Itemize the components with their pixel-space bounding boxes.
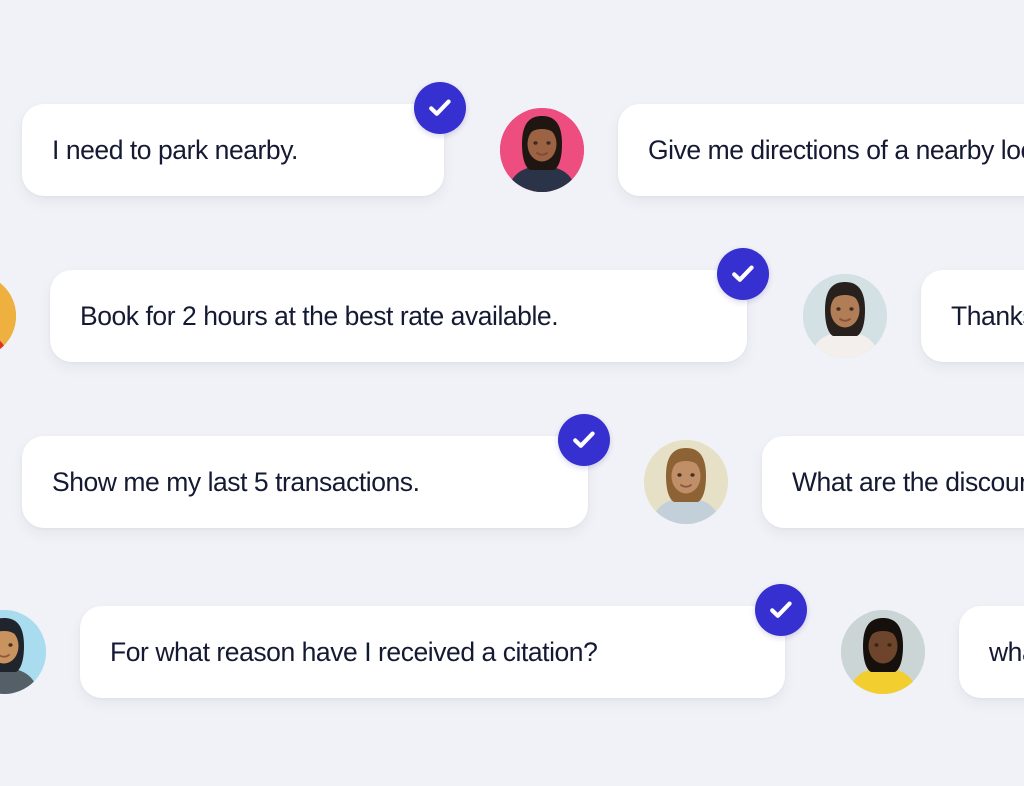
chat-bubble[interactable]: Thanks for your help today. [921, 270, 1024, 362]
chat-bubble-text: Book for 2 hours at the best rate availa… [80, 300, 559, 331]
check-icon [573, 431, 595, 448]
chat-row: For what reason have I received a citati… [0, 584, 1024, 698]
chat-bubble[interactable]: For what reason have I received a citati… [80, 584, 807, 698]
avatar[interactable] [803, 274, 887, 358]
chat-row: I need to park nearby. Give me directions… [22, 82, 1024, 196]
chat-bubble[interactable]: Show me my last 5 transactions. [22, 414, 610, 528]
chat-bubble-text: For what reason have I received a citati… [110, 636, 598, 667]
avatar-portrait-woman-blonde-highlights [644, 440, 728, 524]
verified-check-badge[interactable] [755, 584, 807, 636]
chat-bubble-text: what is my balance? [989, 636, 1024, 667]
avatar-portrait-woman-smiling-striped-top [500, 108, 584, 192]
avatar[interactable] [644, 440, 728, 524]
avatar-portrait-woman-red-floral-dress [0, 274, 16, 358]
avatar[interactable] [0, 274, 16, 358]
chat-bubble[interactable]: Give me directions of a nearby location. [618, 104, 1024, 196]
check-icon [770, 601, 792, 618]
avatar[interactable] [500, 108, 584, 192]
chat-bubble[interactable]: what is my balance? [959, 606, 1024, 698]
verified-check-badge[interactable] [558, 414, 610, 466]
verified-check-badge[interactable] [414, 82, 466, 134]
chat-bubble-text: What are the discounted rates? [792, 466, 1024, 497]
chat-bubble-collage: I need to park nearby. Give me directions… [0, 0, 1024, 786]
avatar[interactable] [841, 610, 925, 694]
chat-bubble[interactable]: I need to park nearby. [22, 82, 466, 196]
chat-bubble-text: Thanks for your help today. [951, 300, 1024, 331]
chat-bubble-text: Give me directions of a nearby location. [648, 134, 1024, 165]
chat-bubble-text: Show me my last 5 transactions. [52, 466, 420, 497]
avatar-portrait-woman-curly-hair-white-top [803, 274, 887, 358]
chat-row: Show me my last 5 transactions. What are … [22, 414, 1024, 528]
avatar-portrait-woman-braided-hair-yellow-top [841, 610, 925, 694]
chat-bubble-text: I need to park nearby. [52, 134, 298, 165]
chat-bubble[interactable]: What are the discounted rates? [762, 436, 1024, 528]
avatar[interactable] [0, 610, 46, 694]
check-icon [732, 265, 754, 282]
check-icon [429, 99, 451, 116]
avatar-portrait-man-cap-blue-sky [0, 610, 46, 694]
chat-bubble[interactable]: Book for 2 hours at the best rate availa… [50, 248, 769, 362]
chat-row: Book for 2 hours at the best rate availa… [0, 248, 1024, 362]
verified-check-badge[interactable] [717, 248, 769, 300]
